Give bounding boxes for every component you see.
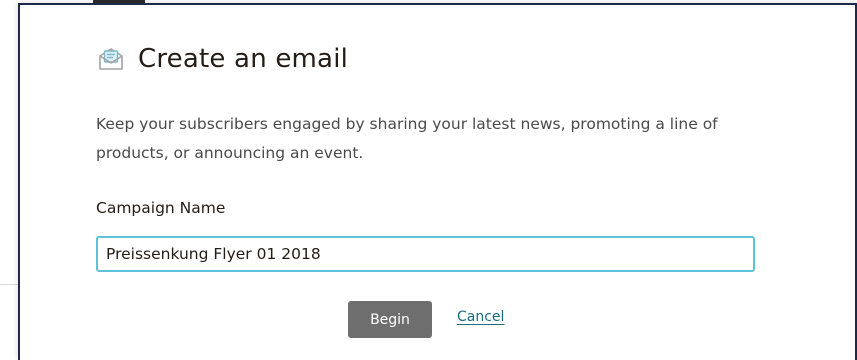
- create-email-modal: Create an email Keep your subscribers en…: [18, 3, 857, 360]
- modal-header: Create an email: [96, 39, 348, 79]
- email-envelope-icon: [96, 44, 126, 74]
- background-divider: [0, 284, 18, 285]
- modal-description: Keep your subscribers engaged by sharing…: [96, 115, 718, 162]
- campaign-name-label: Campaign Name: [96, 199, 226, 217]
- begin-button[interactable]: Begin: [348, 301, 432, 338]
- modal-title: Create an email: [138, 44, 349, 74]
- cancel-link[interactable]: Cancel: [457, 309, 504, 325]
- campaign-name-input[interactable]: [96, 236, 755, 272]
